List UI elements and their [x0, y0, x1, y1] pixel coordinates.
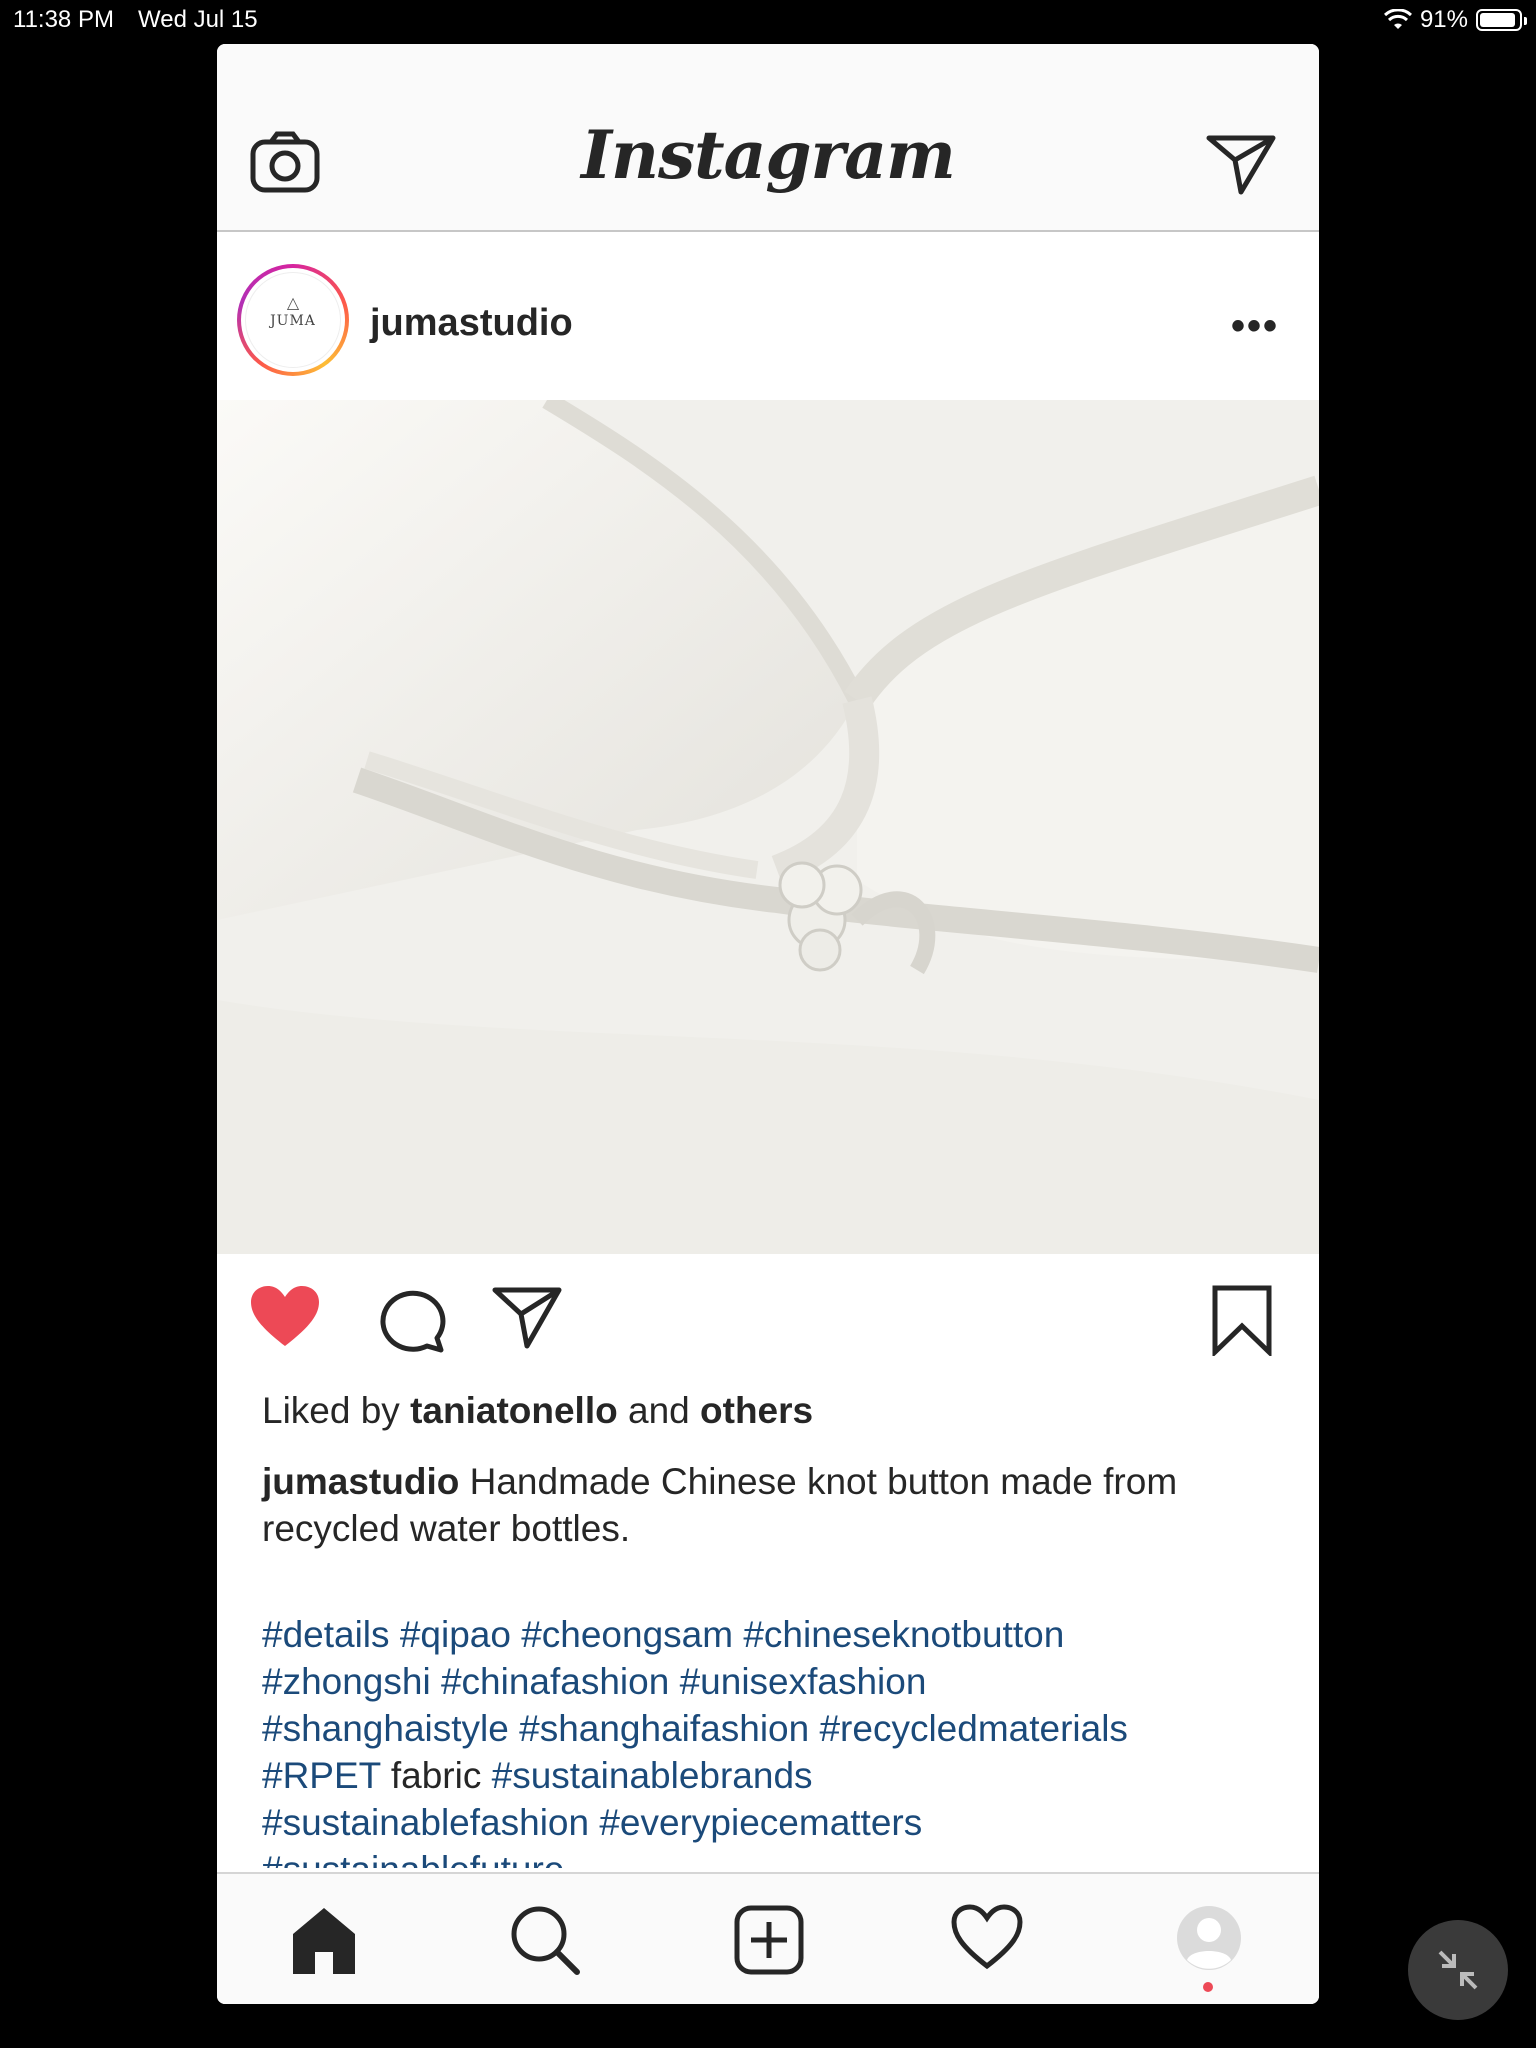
direct-message-icon[interactable] — [1205, 132, 1277, 196]
new-post-icon[interactable] — [733, 1904, 805, 1976]
wifi-icon — [1383, 9, 1412, 29]
hashtag-line-2: #zhongshi #chinafashion #unisexfashion — [262, 1658, 1302, 1705]
hashtag[interactable]: #chinafashion — [441, 1661, 669, 1702]
hashtag[interactable]: #shanghaistyle — [262, 1708, 509, 1749]
hashtag-line-5: #sustainablefashion #everypiecematters — [262, 1799, 1302, 1846]
hashtag[interactable]: #qipao — [400, 1614, 511, 1655]
search-icon[interactable] — [509, 1904, 581, 1976]
top-bar: Instagram — [217, 44, 1319, 232]
avatar-brand: JUMA — [270, 313, 316, 329]
minimize-button[interactable] — [1408, 1920, 1508, 2020]
hashtag-line-3: #shanghaistyle #shanghaifashion #recycle… — [262, 1705, 1302, 1752]
likes-middle: and — [617, 1390, 701, 1431]
hashtag[interactable]: #chineseknotbutton — [743, 1614, 1064, 1655]
hashtag[interactable]: #cheongsam — [521, 1614, 733, 1655]
liked-by-user[interactable]: taniatonello — [410, 1390, 618, 1431]
hashtag-line-1: #details #qipao #cheongsam #chineseknotb… — [262, 1611, 1302, 1658]
status-time: 11:38 PM — [13, 6, 114, 33]
post-image[interactable] — [217, 400, 1319, 1254]
battery-icon — [1476, 9, 1527, 31]
comment-icon[interactable] — [377, 1284, 447, 1354]
collapse-arrows-icon — [1438, 1950, 1478, 1990]
profile-icon[interactable] — [1175, 1904, 1243, 1972]
instagram-app: Instagram △ JUMA jumastudio ••• Liked by… — [217, 44, 1319, 2004]
notification-dot — [1203, 1982, 1213, 1992]
caption-word: fabric — [390, 1755, 482, 1796]
likes-others[interactable]: others — [700, 1390, 813, 1431]
hashtag[interactable]: #zhongshi — [262, 1661, 431, 1702]
hashtag[interactable]: #sustainablefuture — [262, 1849, 564, 1868]
hashtag[interactable]: #RPET — [262, 1755, 381, 1796]
hashtag-line-6: #sustainablefuture — [262, 1846, 1302, 1868]
save-bookmark-icon[interactable] — [1211, 1284, 1273, 1356]
hashtag-line-4: #RPET fabric #sustainablebrands — [262, 1752, 1302, 1799]
likes-line: Liked by taniatonello and others — [262, 1390, 813, 1432]
caption-username[interactable]: jumastudio — [262, 1461, 459, 1502]
hashtag[interactable]: #everypiecematters — [599, 1802, 922, 1843]
hashtag[interactable]: #shanghaifashion — [519, 1708, 809, 1749]
status-right: 91% — [1383, 6, 1527, 34]
post-actions — [217, 1284, 1319, 1364]
hashtag[interactable]: #sustainablefashion — [262, 1802, 589, 1843]
status-date: Wed Jul 15 — [138, 6, 258, 33]
hashtag[interactable]: #unisexfashion — [680, 1661, 927, 1702]
share-icon[interactable] — [491, 1284, 563, 1350]
like-heart-icon[interactable] — [249, 1284, 321, 1350]
post-caption: jumastudio Handmade Chinese knot button … — [262, 1458, 1282, 1552]
avatar[interactable]: △ JUMA — [245, 272, 341, 368]
activity-icon[interactable] — [951, 1904, 1023, 1970]
hashtag[interactable]: #recycledmaterials — [819, 1708, 1127, 1749]
hashtag[interactable]: #sustainablebrands — [492, 1755, 813, 1796]
hashtag[interactable]: #details — [262, 1614, 390, 1655]
instagram-logo: Instagram — [581, 116, 956, 194]
knot-button-photo — [217, 400, 1319, 1254]
home-icon[interactable] — [289, 1904, 359, 1976]
post-username[interactable]: jumastudio — [370, 302, 573, 345]
more-options-icon[interactable]: ••• — [1231, 304, 1279, 349]
story-ring[interactable]: △ JUMA — [237, 264, 349, 376]
recycle-icon: △ — [286, 295, 300, 312]
status-bar: 11:38 PM Wed Jul 15 91% — [0, 0, 1536, 40]
battery-percent: 91% — [1419, 6, 1468, 33]
hashtags: #details #qipao #cheongsam #chineseknotb… — [262, 1611, 1302, 1868]
bottom-nav — [217, 1872, 1319, 2004]
likes-prefix: Liked by — [262, 1390, 411, 1431]
